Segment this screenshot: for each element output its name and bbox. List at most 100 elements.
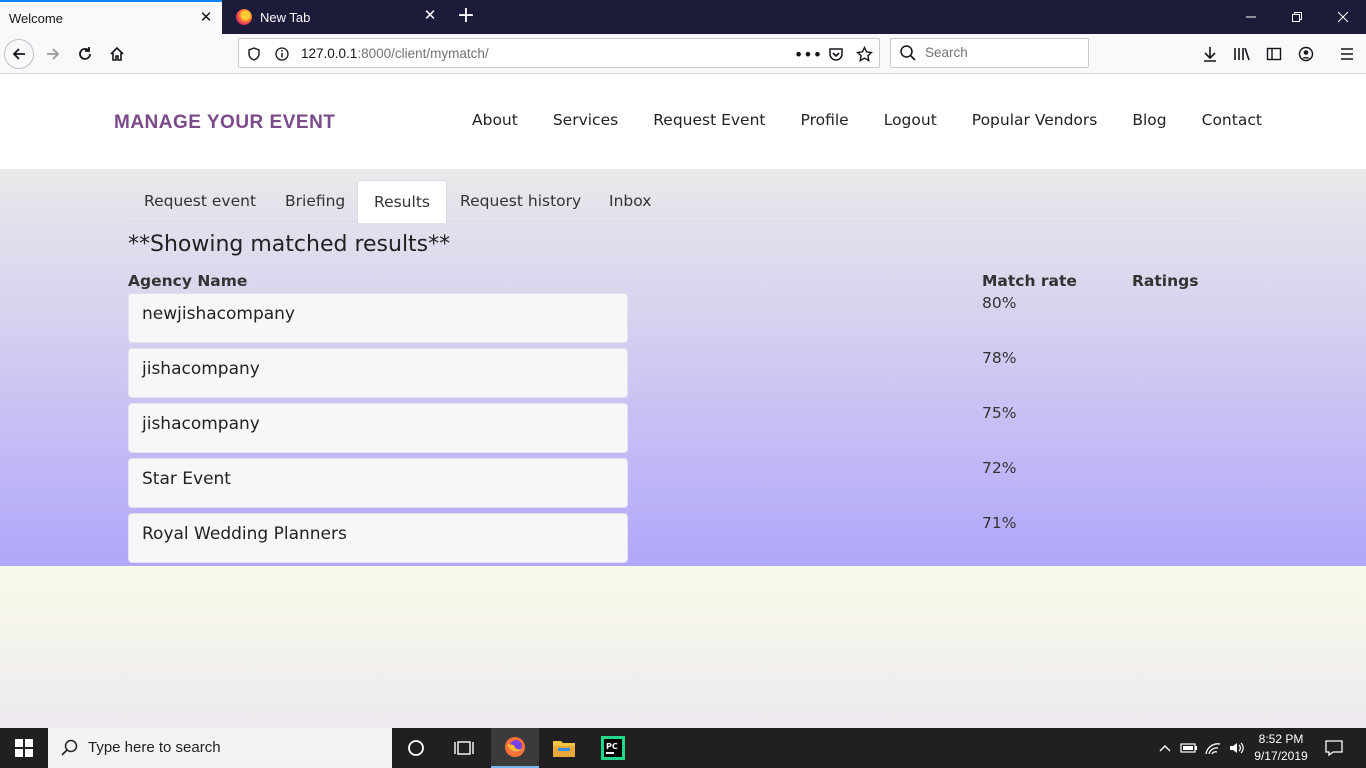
new-tab-button[interactable]: +: [455, 5, 477, 28]
agency-name: Star Event: [142, 469, 231, 489]
bookmark-star-icon[interactable]: [855, 45, 873, 63]
url-bar[interactable]: 127.0.0.1:8000/client/mymatch/ •••: [238, 38, 880, 68]
close-window-button[interactable]: [1320, 0, 1366, 34]
folder-icon: [553, 741, 575, 757]
cortana-button[interactable]: [392, 728, 440, 768]
site-nav: About Services Request Event Profile Log…: [472, 111, 1297, 129]
match-rate: 80%: [982, 294, 1017, 312]
network-button[interactable]: [1202, 728, 1224, 768]
nav-link-blog[interactable]: Blog: [1132, 111, 1166, 129]
taskbar-pycharm[interactable]: PC: [589, 728, 637, 768]
nav-link-contact[interactable]: Contact: [1202, 111, 1262, 129]
tab-request-history[interactable]: Request history: [444, 180, 597, 222]
browser-toolbar: 127.0.0.1:8000/client/mymatch/ •••: [0, 34, 1366, 74]
back-button[interactable]: [4, 39, 34, 69]
sidebar-button[interactable]: [1262, 42, 1286, 66]
tab-inbox[interactable]: Inbox: [593, 180, 667, 222]
browser-search-bar[interactable]: [890, 38, 1089, 68]
taskbar-search-box[interactable]: [48, 728, 392, 768]
browser-tab-welcome[interactable]: Welcome ✕: [0, 0, 222, 34]
windows-taskbar: PC 8:52 PM 9/17/2019: [0, 728, 1366, 768]
start-button[interactable]: [0, 728, 48, 768]
show-hidden-icons-button[interactable]: [1154, 728, 1176, 768]
action-center-button[interactable]: [1318, 728, 1350, 768]
nav-link-popular-vendors[interactable]: Popular Vendors: [972, 111, 1098, 129]
agency-card[interactable]: jishacompany: [128, 403, 628, 453]
svg-text:PC: PC: [606, 742, 618, 751]
browser-search-input[interactable]: [925, 45, 1075, 60]
tab-request-event[interactable]: Request event: [128, 180, 272, 222]
site-header: MANAGE YOUR EVENT About Services Request…: [0, 74, 1366, 169]
column-header-match-rate: Match rate: [982, 272, 1077, 290]
results-title: **Showing matched results**: [128, 232, 451, 257]
speaker-icon: [1230, 742, 1244, 754]
agency-card[interactable]: newjishacompany: [128, 293, 628, 343]
close-icon[interactable]: ✕: [198, 10, 214, 26]
cortana-circle-icon: [408, 740, 424, 756]
site-brand[interactable]: MANAGE YOUR EVENT: [114, 112, 335, 134]
pocket-icon[interactable]: [827, 45, 845, 63]
firefox-icon: [236, 9, 252, 25]
hamburger-menu-icon: [1341, 48, 1353, 60]
nav-link-profile[interactable]: Profile: [801, 111, 849, 129]
nav-link-request-event[interactable]: Request Event: [653, 111, 765, 129]
tab-briefing[interactable]: Briefing: [269, 180, 361, 222]
reload-icon: [79, 47, 91, 60]
minimize-button[interactable]: [1228, 0, 1274, 34]
results-section: Request event Briefing Results Request h…: [0, 169, 1366, 566]
match-rate: 75%: [982, 404, 1017, 422]
library-button[interactable]: [1230, 42, 1254, 66]
reload-button[interactable]: [70, 39, 100, 69]
account-icon: [1298, 46, 1314, 62]
taskbar-search-input[interactable]: [88, 739, 368, 756]
agency-card[interactable]: Royal Wedding Planners: [128, 513, 628, 563]
nav-link-about[interactable]: About: [472, 111, 518, 129]
search-icon: [61, 739, 78, 756]
restore-button[interactable]: [1274, 0, 1320, 34]
battery-icon: [1180, 743, 1197, 753]
home-button[interactable]: [102, 39, 132, 69]
agency-name: Royal Wedding Planners: [142, 524, 347, 544]
volume-button[interactable]: [1226, 728, 1248, 768]
tab-title: New Tab: [260, 9, 311, 25]
tab-title: Welcome: [9, 10, 63, 26]
battery-button[interactable]: [1178, 728, 1200, 768]
agency-name: newjishacompany: [142, 304, 295, 324]
account-button[interactable]: [1294, 42, 1318, 66]
agency-card[interactable]: jishacompany: [128, 348, 628, 398]
nav-link-services[interactable]: Services: [553, 111, 618, 129]
tab-results[interactable]: Results: [357, 180, 447, 223]
match-rate: 71%: [982, 514, 1017, 532]
taskbar-file-explorer[interactable]: [540, 728, 588, 768]
task-view-icon: [454, 741, 474, 755]
match-rate: 78%: [982, 349, 1017, 367]
sidebar-icon: [1266, 47, 1282, 61]
agency-name: jishacompany: [142, 359, 260, 379]
browser-tab-new-tab[interactable]: New Tab ✕: [224, 0, 446, 34]
menu-button[interactable]: [1335, 42, 1359, 66]
chevron-up-icon: [1159, 745, 1171, 752]
library-icon: [1234, 47, 1250, 61]
forward-button[interactable]: [38, 39, 68, 69]
restore-icon: [1292, 12, 1302, 22]
info-icon[interactable]: [273, 45, 291, 63]
url-text: 127.0.0.1:8000/client/mymatch/: [301, 46, 489, 61]
column-header-agency: Agency Name: [128, 272, 248, 290]
agency-card[interactable]: Star Event: [128, 458, 628, 508]
taskbar-clock[interactable]: 8:52 PM 9/17/2019: [1248, 731, 1314, 765]
arrow-left-icon: [12, 48, 25, 60]
close-icon[interactable]: ✕: [422, 8, 438, 24]
search-icon: [900, 45, 916, 61]
nav-link-logout[interactable]: Logout: [884, 111, 937, 129]
more-actions-icon[interactable]: •••: [794, 45, 822, 64]
taskbar-firefox[interactable]: [491, 728, 539, 768]
client-subtabs: Request event Briefing Results Request h…: [128, 180, 1240, 223]
match-rate: 72%: [982, 459, 1017, 477]
minimize-icon: [1246, 16, 1256, 18]
shield-icon[interactable]: [245, 45, 263, 63]
downloads-button[interactable]: [1198, 42, 1222, 66]
browser-tab-bar: Welcome ✕ New Tab ✕ +: [0, 0, 1366, 34]
firefox-icon: [505, 737, 525, 757]
page-footer-area: [0, 566, 1366, 728]
task-view-button[interactable]: [440, 728, 488, 768]
